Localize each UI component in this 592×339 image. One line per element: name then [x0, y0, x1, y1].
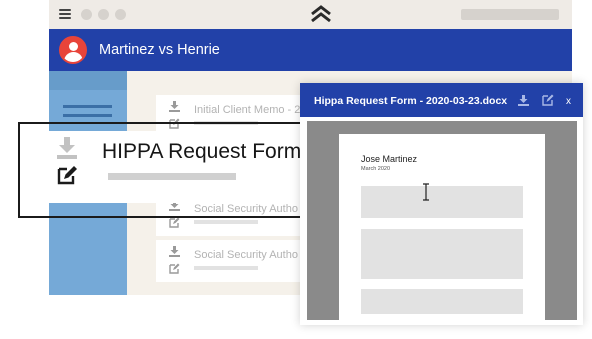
- document-meta-bar: [194, 220, 258, 224]
- download-icon[interactable]: [518, 95, 529, 106]
- sidebar-item[interactable]: [63, 105, 112, 108]
- user-avatar-icon[interactable]: [59, 36, 87, 64]
- text-placeholder-block: [361, 229, 523, 279]
- document-meta-bar: [108, 173, 236, 180]
- page-recipient-name: Jose Martinez: [361, 154, 418, 164]
- edit-icon[interactable]: [57, 165, 79, 185]
- highlighted-document-title: HIPPA Request Form: [102, 140, 302, 163]
- document-title: Social Security Autho: [194, 249, 298, 261]
- window-dot-icon: [81, 9, 92, 20]
- document-meta-bar: [194, 266, 258, 270]
- edit-icon[interactable]: [169, 217, 180, 228]
- hamburger-menu-icon[interactable]: [59, 9, 71, 19]
- edit-icon[interactable]: [169, 263, 180, 274]
- chevron-stack-logo: [311, 5, 331, 23]
- document-viewer-panel: Hippa Request Form - 2020-03-23.docx x J…: [300, 83, 583, 325]
- sidebar-header: [49, 71, 127, 90]
- highlighted-document-row[interactable]: HIPPA Request Form: [30, 131, 320, 203]
- document-canvas[interactable]: Jose Martinez March 2020: [307, 121, 577, 320]
- viewer-title-bar: Hippa Request Form - 2020-03-23.docx x: [300, 83, 583, 117]
- case-title: Martinez vs Henrie: [99, 42, 220, 58]
- text-placeholder-block: [361, 289, 523, 314]
- sidebar-item[interactable]: [63, 114, 112, 117]
- download-icon[interactable]: [169, 101, 180, 112]
- window-dot-icon: [98, 9, 109, 20]
- download-icon[interactable]: [57, 137, 77, 159]
- document-page[interactable]: Jose Martinez March 2020: [339, 134, 545, 320]
- download-icon[interactable]: [169, 246, 180, 257]
- case-header: Martinez vs Henrie: [49, 29, 572, 71]
- page-date: March 2020: [361, 166, 391, 172]
- title-bar: [49, 0, 572, 29]
- edit-icon[interactable]: [542, 94, 554, 106]
- text-cursor-icon: [423, 183, 429, 201]
- text-placeholder-block: [361, 186, 523, 218]
- search-placeholder-bar[interactable]: [461, 9, 559, 20]
- window-dot-icon: [115, 9, 126, 20]
- close-button[interactable]: x: [566, 96, 571, 107]
- document-title: Initial Client Memo - 20: [194, 104, 307, 116]
- viewer-title: Hippa Request Form - 2020-03-23.docx: [314, 95, 508, 107]
